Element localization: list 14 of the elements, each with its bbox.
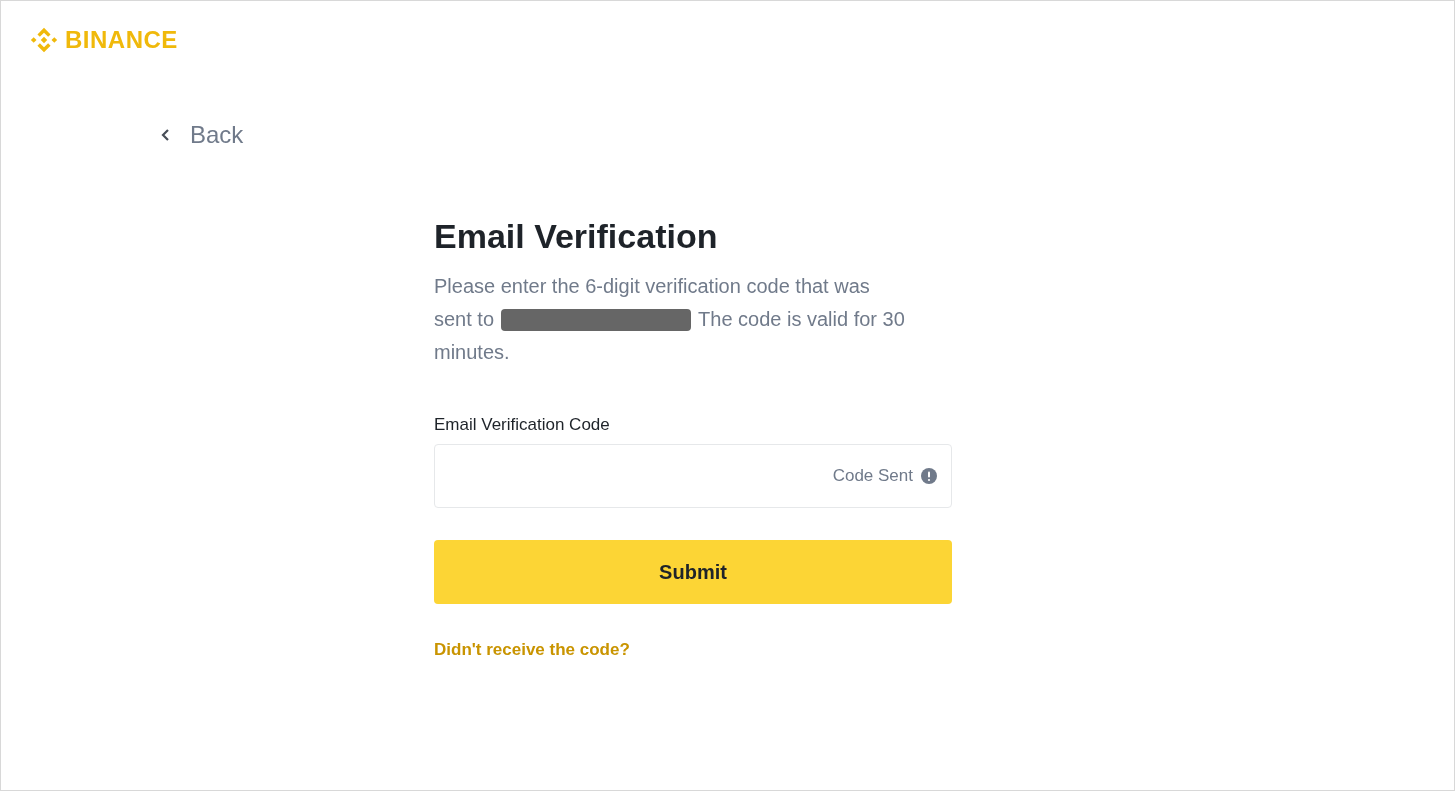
page-heading: Email Verification [434, 217, 719, 256]
logo-icon [29, 25, 59, 55]
resend-code-link[interactable]: Didn't receive the code? [434, 640, 630, 660]
chevron-left-icon [160, 128, 170, 142]
back-link[interactable]: Back [160, 121, 244, 149]
code-input-field[interactable]: Code Sent [434, 444, 952, 508]
info-icon [921, 468, 937, 484]
code-sent-status: Code Sent [832, 466, 913, 486]
description-text: Please enter the 6-digit verification code that was [434, 274, 870, 299]
submit-button[interactable]: Submit [434, 540, 952, 604]
field-label: Email Verification Code [434, 415, 611, 435]
description-text: minutes. [434, 340, 510, 365]
description-text: The code is valid for 30 [698, 307, 905, 332]
description-text: sent to [434, 307, 495, 332]
